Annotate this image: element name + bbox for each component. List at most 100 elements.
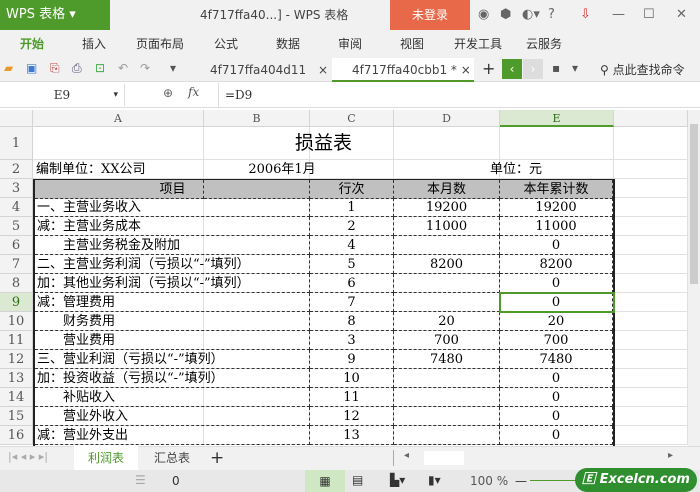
row-header-16[interactable]: 16 <box>0 426 33 445</box>
row-header-14[interactable]: 14 <box>0 388 33 407</box>
name-box[interactable]: E9 ▾ <box>0 84 125 106</box>
row-header-6[interactable]: 6 <box>0 236 33 255</box>
page-layout-icon[interactable]: ▙▾ <box>390 473 405 487</box>
cell-year[interactable]: 19200 <box>500 198 613 217</box>
cell-item[interactable]: 加：投资收益（亏损以“-”填列） <box>35 369 310 388</box>
cell-year[interactable]: 7480 <box>500 350 613 369</box>
redo-icon[interactable]: ↷ <box>140 61 150 75</box>
menu-5[interactable]: 审阅 <box>338 30 362 58</box>
dropdown-icon[interactable]: ▾ <box>170 61 176 75</box>
next-tab-icon[interactable]: › <box>523 59 543 79</box>
wps-logo-menu[interactable]: WPS 表格 ▾ <box>0 0 110 30</box>
menu-6[interactable]: 视图 <box>400 30 424 58</box>
cell-month[interactable] <box>394 236 500 255</box>
login-button[interactable]: 未登录 <box>390 0 470 30</box>
header-line[interactable]: 行次 <box>310 180 394 199</box>
cell-item[interactable]: 减：营业外支出 <box>35 426 310 445</box>
selected-cell-E9[interactable] <box>499 292 615 313</box>
cell-line[interactable]: 12 <box>310 407 394 426</box>
cell-month[interactable]: 20 <box>394 312 500 331</box>
row-header-9[interactable]: 9 <box>0 293 33 312</box>
search-command[interactable]: ⚲ 点此查找命令 <box>600 61 685 78</box>
doc-tab-1[interactable]: 4f717ffa404d11 × <box>190 58 330 82</box>
column-header-B[interactable]: B <box>204 110 310 127</box>
cell-year[interactable]: 11000 <box>500 217 613 236</box>
formula-input[interactable]: =D9 <box>225 84 252 106</box>
zoom-slider[interactable] <box>530 480 580 481</box>
cell-line[interactable]: 7 <box>310 293 394 312</box>
cell-month[interactable]: 11000 <box>394 217 500 236</box>
page-break-view-icon[interactable]: ▤ <box>352 473 363 487</box>
cell-line[interactable]: 4 <box>310 236 394 255</box>
cell-year[interactable]: 20 <box>500 312 613 331</box>
cell-item[interactable]: 财务费用 <box>35 312 310 331</box>
cell-month[interactable] <box>394 426 500 445</box>
column-header-D[interactable]: D <box>394 110 500 127</box>
cell-item[interactable]: 主营业务税金及附加 <box>35 236 310 255</box>
row-header-4[interactable]: 4 <box>0 198 33 217</box>
horizontal-scrollbar[interactable]: ◂ ▸ <box>393 450 683 466</box>
cell-year[interactable]: 700 <box>500 331 613 350</box>
sheet-nav-icons[interactable]: |◂ ◂ ▸ ▸| <box>8 450 48 463</box>
cell-line[interactable]: 3 <box>310 331 394 350</box>
menu-7[interactable]: 开发工具 <box>454 30 502 58</box>
cell-line[interactable]: 5 <box>310 255 394 274</box>
export-pdf-icon[interactable]: ⎘ <box>50 61 60 76</box>
zoom-formula-icon[interactable]: ⊕ <box>163 86 173 100</box>
cell-year[interactable]: 0 <box>500 407 613 426</box>
cell-month[interactable]: 7480 <box>394 350 500 369</box>
select-all[interactable] <box>0 110 33 127</box>
minimize-button[interactable]: — <box>612 0 625 30</box>
cell-item[interactable]: 营业费用 <box>35 331 310 350</box>
row-header-5[interactable]: 5 <box>0 217 33 236</box>
cell-month[interactable] <box>394 407 500 426</box>
settings-icon[interactable]: ⬢ <box>500 0 511 30</box>
row-header-8[interactable]: 8 <box>0 274 33 293</box>
cell-month[interactable]: 700 <box>394 331 500 350</box>
cell-item[interactable]: 加：其他业务利润（亏损以“-”填列） <box>35 274 310 293</box>
menu-3[interactable]: 公式 <box>214 30 238 58</box>
cell-line[interactable]: 11 <box>310 388 394 407</box>
normal-view-icon[interactable]: ▦ <box>305 470 345 492</box>
cell-year[interactable]: 0 <box>500 388 613 407</box>
sheet-title[interactable]: 损益表 <box>33 127 614 160</box>
cell-item[interactable]: 减：主营业务成本 <box>35 217 310 236</box>
cell-line[interactable]: 10 <box>310 369 394 388</box>
row-header-3[interactable]: 3 <box>0 179 33 198</box>
cell-year[interactable]: 0 <box>500 369 613 388</box>
open-icon[interactable]: ▰ <box>4 61 13 75</box>
cell-line[interactable]: 9 <box>310 350 394 369</box>
cell-line[interactable]: 6 <box>310 274 394 293</box>
menu-icon[interactable]: ▾ <box>572 61 578 75</box>
cell-line[interactable]: 8 <box>310 312 394 331</box>
new-tab-icon[interactable]: + <box>482 59 495 78</box>
cell-B2[interactable]: 2006年1月 <box>204 160 360 179</box>
cell-item[interactable]: 二、主营业务利润（亏损以“-”填列） <box>35 255 310 274</box>
zoom-out-icon[interactable]: — <box>515 474 527 488</box>
fx-icon[interactable]: fx <box>188 85 199 99</box>
column-header-C[interactable]: C <box>310 110 394 127</box>
row-header-12[interactable]: 12 <box>0 350 33 369</box>
reading-mode-icon[interactable]: ▮▾ <box>428 473 441 487</box>
cell-year[interactable]: 8200 <box>500 255 613 274</box>
cell-item[interactable]: 减：管理费用 <box>35 293 310 312</box>
menu-8[interactable]: 云服务 <box>526 30 562 58</box>
column-header-A[interactable]: A <box>33 110 204 127</box>
cell-line[interactable]: 1 <box>310 198 394 217</box>
skin-icon[interactable]: ◉ <box>478 0 489 30</box>
cell-month[interactable]: 8200 <box>394 255 500 274</box>
save-icon[interactable]: ▣ <box>26 61 37 75</box>
feedback-icon[interactable]: ◐▾ <box>522 0 540 30</box>
row-header-11[interactable]: 11 <box>0 331 33 350</box>
cell-D2[interactable]: 单位：元 <box>490 160 542 179</box>
menu-4[interactable]: 数据 <box>276 30 300 58</box>
cell-line[interactable]: 2 <box>310 217 394 236</box>
column-header-E[interactable]: E <box>500 110 614 127</box>
maximize-button[interactable]: ☐ <box>643 0 655 30</box>
cell-month[interactable] <box>394 274 500 293</box>
sheet-tab[interactable]: 汇总表 <box>142 446 202 470</box>
row-header-2[interactable]: 2 <box>0 160 33 179</box>
close-button[interactable]: ✕ <box>676 0 687 30</box>
download-icon[interactable]: ⇩ <box>580 0 591 30</box>
doc-tab-2[interactable]: 4f717ffa40cbb1 * × <box>332 58 474 82</box>
